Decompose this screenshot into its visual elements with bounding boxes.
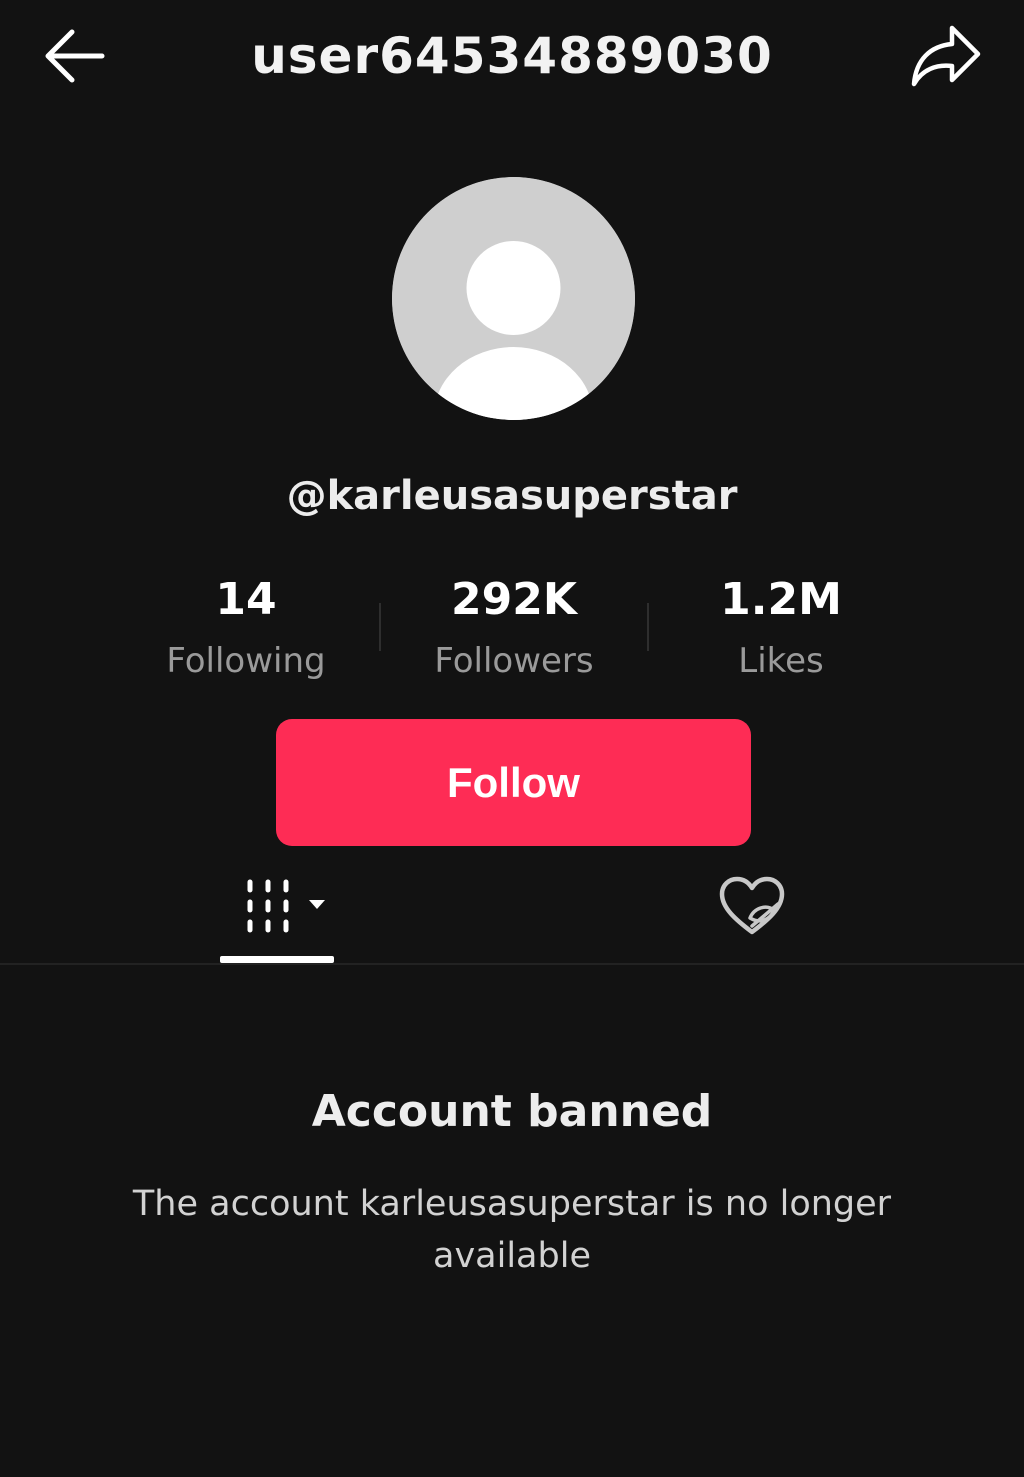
default-avatar-icon: [392, 177, 635, 420]
caret-down-icon: [309, 900, 325, 909]
page-title: user64534889030: [251, 27, 773, 85]
arrow-left-icon: [45, 29, 105, 83]
top-bar: user64534889030: [0, 0, 1024, 112]
stat-label: Likes: [738, 641, 824, 681]
stat-label: Following: [166, 641, 326, 681]
active-tab-indicator: [220, 956, 334, 963]
stat-divider: [379, 603, 381, 651]
tab-liked[interactable]: [700, 868, 804, 948]
profile-stats: 14 Following 292K Followers 1.2M Likes: [0, 565, 1024, 695]
share-button[interactable]: [908, 22, 984, 90]
stat-followers[interactable]: 292K Followers: [384, 565, 644, 687]
tab-videos[interactable]: [220, 868, 334, 964]
stat-value: 1.2M: [720, 574, 842, 625]
stat-label: Followers: [434, 641, 594, 681]
liked-hidden-heart-icon: [719, 876, 785, 935]
share-arrow-icon: [911, 25, 981, 87]
stat-value: 292K: [451, 574, 577, 625]
stat-divider: [647, 603, 649, 651]
username-handle: @karleusasuperstar: [286, 473, 738, 519]
account-banned-message: The account karleusasuperstar is no long…: [132, 1184, 892, 1276]
stat-value: 14: [215, 574, 277, 625]
account-banned-title: Account banned: [311, 1086, 713, 1137]
back-button[interactable]: [40, 24, 108, 88]
stat-following[interactable]: 14 Following: [116, 565, 376, 687]
tabs-divider: [0, 963, 1024, 965]
avatar: [392, 177, 635, 420]
stat-likes[interactable]: 1.2M Likes: [651, 565, 911, 687]
follow-button[interactable]: Follow: [276, 719, 751, 846]
